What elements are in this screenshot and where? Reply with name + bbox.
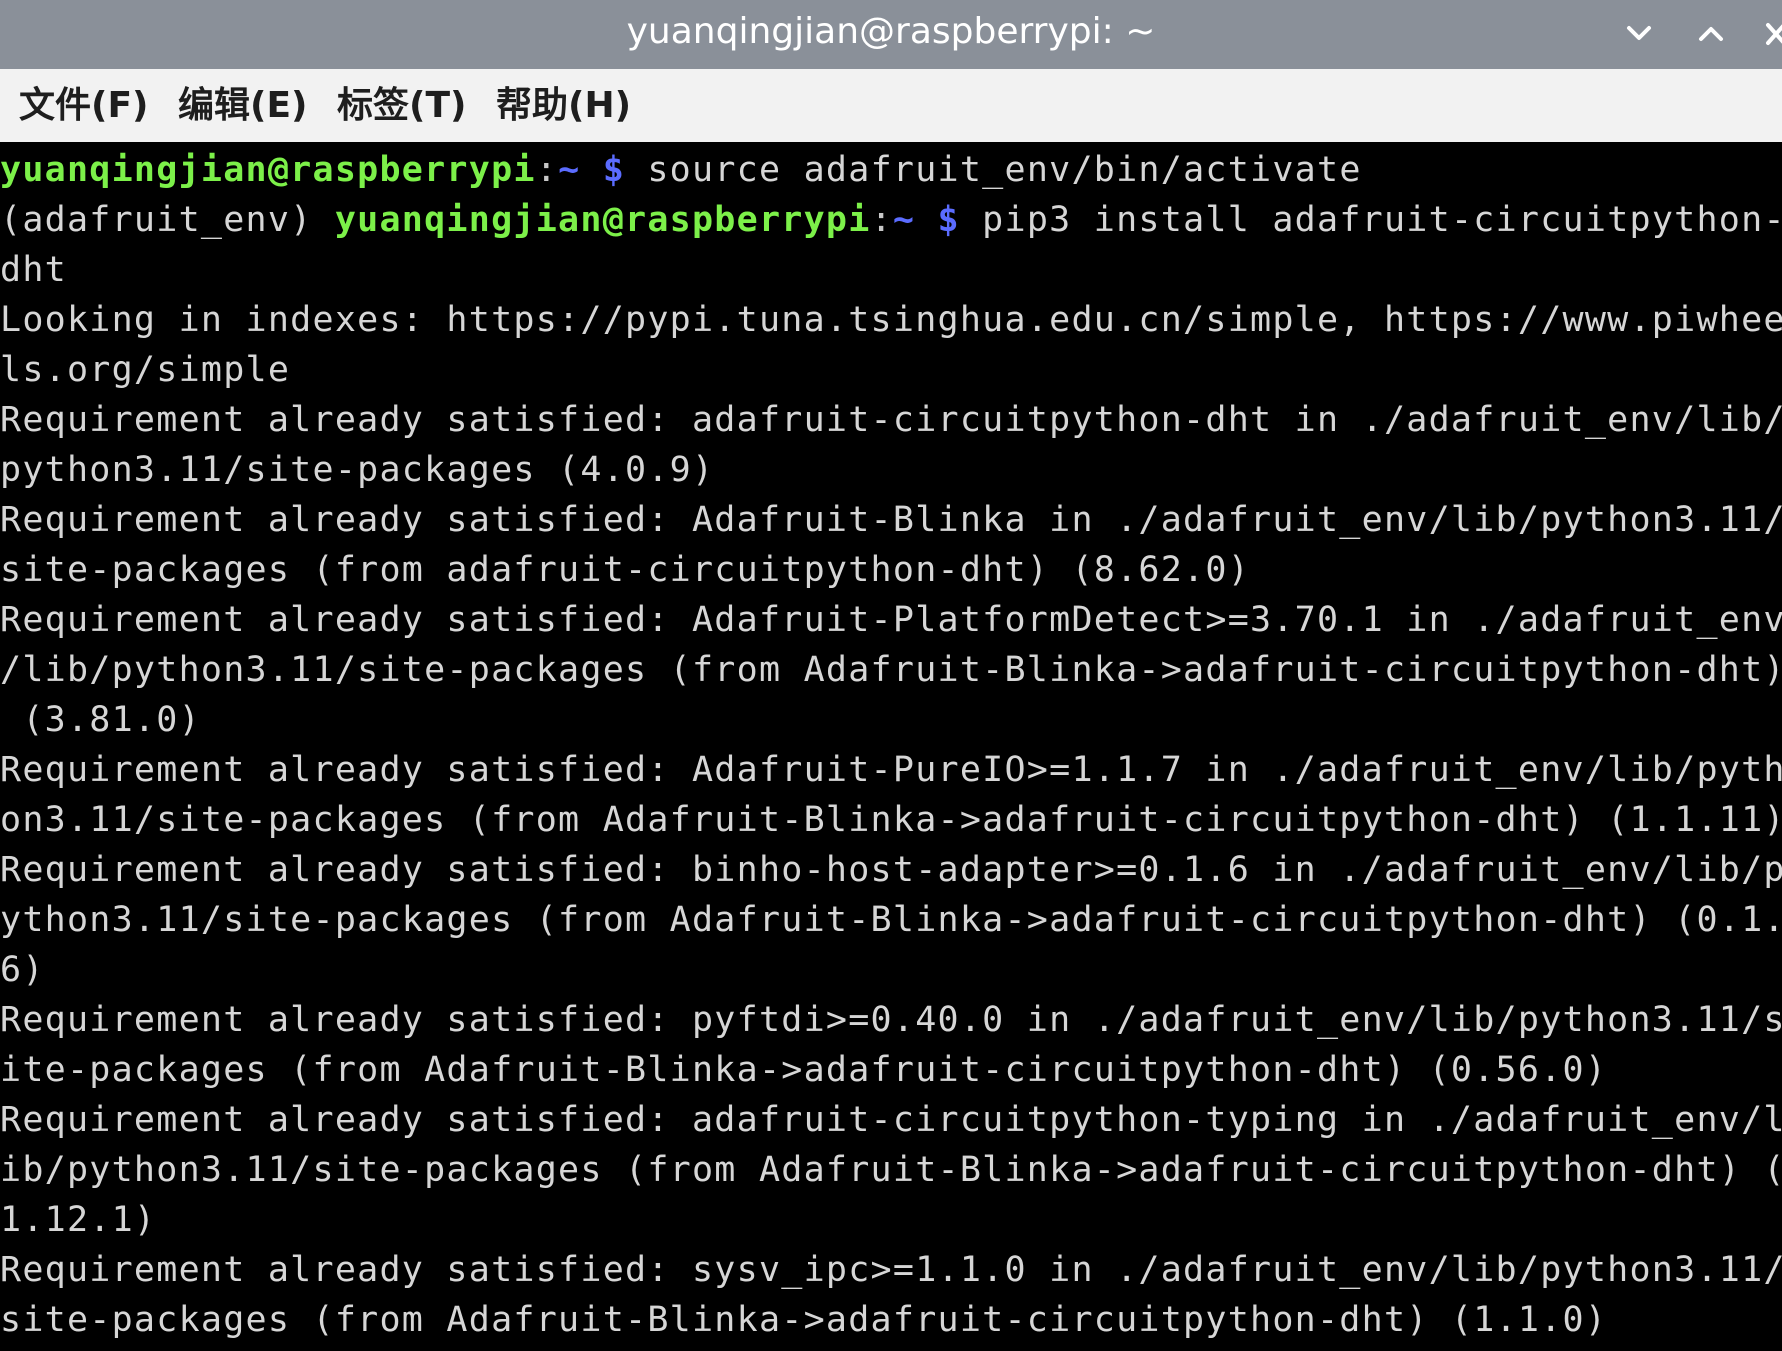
output-line: /lib/python3.11/site-packages (from Adaf… xyxy=(0,650,1782,690)
prompt-separator: : xyxy=(535,150,559,190)
output-line: (3.81.0) xyxy=(0,700,201,740)
output-line: Looking in indexes: https://pypi.tuna.ts… xyxy=(0,300,1782,340)
terminal-output[interactable]: yuanqingjian@raspberrypi:~ $ source adaf… xyxy=(0,142,1782,1351)
output-line: site-packages (from adafruit-circuitpyth… xyxy=(0,550,1251,590)
close-icon[interactable] xyxy=(1756,14,1782,54)
prompt-path: ~ $ xyxy=(558,150,626,190)
prompt-separator: : xyxy=(870,200,893,240)
output-line: Requirement already satisfied: adafruit-… xyxy=(0,1100,1782,1140)
menu-help[interactable]: 帮助(H) xyxy=(496,69,631,142)
output-line: Requirement already satisfied: adafruit-… xyxy=(0,400,1782,440)
output-line: 1.12.1) xyxy=(0,1200,157,1240)
output-line: ls.org/simple xyxy=(0,350,291,390)
output-line: ib/python3.11/site-packages (from Adafru… xyxy=(0,1150,1782,1190)
prompt-line: yuanqingjian@raspberrypi:~ $ source adaf… xyxy=(0,145,1362,195)
prompt-env: (adafruit_env) xyxy=(0,200,335,240)
chevron-down-icon[interactable] xyxy=(1617,14,1661,54)
window-title: yuanqingjian@raspberrypi: ~ xyxy=(626,11,1156,52)
output-line: 6) xyxy=(0,950,45,990)
output-line: ython3.11/site-packages (from Adafruit-B… xyxy=(0,900,1782,940)
chevron-up-icon[interactable] xyxy=(1689,14,1733,54)
prompt-line: (adafruit_env) yuanqingjian@raspberrypi:… xyxy=(0,195,1782,245)
terminal-window: yuanqingjian@raspberrypi: ~ 文件(F) 编辑(E) … xyxy=(0,0,1782,1351)
output-line: Requirement already satisfied: Adafruit-… xyxy=(0,750,1782,790)
menu-bar: 文件(F) 编辑(E) 标签(T) 帮助(H) xyxy=(0,69,1782,142)
output-line: python3.11/site-packages (4.0.9) xyxy=(0,450,715,490)
output-line: Requirement already satisfied: Adafruit-… xyxy=(0,600,1782,640)
output-line: Requirement already satisfied: pyftdi>=0… xyxy=(0,1000,1782,1040)
output-line: Requirement already satisfied: binho-hos… xyxy=(0,850,1782,890)
output-line: on3.11/site-packages (from Adafruit-Blin… xyxy=(0,800,1782,840)
output-line: dht xyxy=(0,250,67,290)
command-text: source adafruit_env/bin/activate xyxy=(625,150,1362,190)
prompt-user-host: yuanqingjian@raspberrypi xyxy=(0,150,536,190)
output-line: ite-packages (from Adafruit-Blinka->adaf… xyxy=(0,1050,1608,1090)
output-line: site-packages (from Adafruit-Blinka->ada… xyxy=(0,1300,1608,1340)
title-bar[interactable]: yuanqingjian@raspberrypi: ~ xyxy=(0,0,1782,69)
menu-file[interactable]: 文件(F) xyxy=(19,69,149,142)
menu-tabs[interactable]: 标签(T) xyxy=(337,69,466,142)
menu-edit[interactable]: 编辑(E) xyxy=(178,69,308,142)
prompt-user-host: yuanqingjian@raspberrypi xyxy=(334,200,871,240)
output-line: Requirement already satisfied: Adafruit-… xyxy=(0,500,1782,540)
output-line: Requirement already satisfied: sysv_ipc>… xyxy=(0,1250,1782,1290)
prompt-path: ~ $ xyxy=(892,200,960,240)
command-text: pip3 install adafruit-circuitpython- xyxy=(959,200,1782,240)
